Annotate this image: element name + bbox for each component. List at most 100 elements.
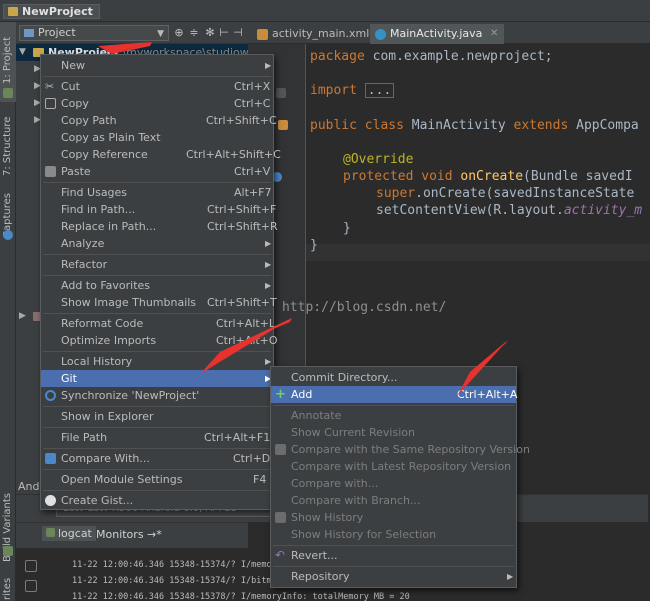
close-icon[interactable]: ✕	[490, 24, 498, 44]
trash-icon[interactable]	[25, 560, 37, 572]
git-item-compare-branch[interactable]: Compare with Branch...	[271, 492, 516, 509]
menu-item-label: Show History for Selection	[291, 528, 437, 541]
menu-item-shortcut: Ctrl+Shift+F	[207, 203, 277, 216]
menu-item-shortcut: Ctrl+Alt+Shift+C	[186, 148, 281, 161]
menu-item-label: Synchronize 'NewProject'	[61, 389, 200, 402]
menu-item-shortcut: Ctrl+Alt+A	[457, 388, 518, 401]
chevron-down-icon[interactable]: ▼	[19, 44, 26, 61]
git-item-revert[interactable]: ↶ Revert...	[271, 547, 516, 564]
tab-build-variants[interactable]: Build Variants	[0, 486, 16, 566]
menu-item-shortcut: Ctrl+Alt+O	[216, 334, 278, 347]
git-item-compare-with[interactable]: Compare with...	[271, 475, 516, 492]
menu-item-analyze[interactable]: Analyze ▶	[41, 235, 273, 252]
sync-icon[interactable]: ⊕	[173, 27, 185, 39]
git-item-show-history-selection[interactable]: Show History for Selection	[271, 526, 516, 543]
tab-project-label: 1: Project	[2, 36, 13, 84]
tab-logcat[interactable]: logcat	[42, 526, 96, 541]
menu-item-show-image-thumbnails[interactable]: Show Image Thumbnails Ctrl+Shift+T	[41, 294, 277, 311]
menu-item-refactor[interactable]: Refactor ▶	[41, 256, 273, 273]
menu-item-add-to-favorites[interactable]: Add to Favorites ▶	[41, 277, 273, 294]
collapse-icon[interactable]: ≑	[188, 27, 200, 39]
revert-icon: ↶	[275, 548, 286, 562]
hide-icon[interactable]: ⊣	[232, 27, 244, 39]
menu-separator	[43, 406, 271, 407]
menu-item-label: Compare with the Same Repository Version	[291, 443, 530, 456]
git-item-compare-same[interactable]: Compare with the Same Repository Version	[271, 441, 530, 458]
code-line: public class MainActivity extends AppCom…	[310, 118, 639, 133]
menu-item-find-usages[interactable]: Find Usages Alt+F7	[41, 184, 273, 201]
git-item-show-current-revision[interactable]: Show Current Revision	[271, 424, 516, 441]
captures-icon	[3, 230, 13, 240]
tab-captures[interactable]: Captures	[0, 188, 16, 248]
menu-item-synchronize[interactable]: Synchronize 'NewProject'	[41, 387, 273, 404]
menu-separator	[43, 351, 271, 352]
menu-item-compare-with[interactable]: Compare With... Ctrl+D	[41, 450, 273, 467]
menu-item-paste[interactable]: Paste Ctrl+V	[41, 163, 273, 180]
log-line: 11-22 12:00:46.346 15348-15374/? I/memor	[72, 560, 277, 570]
chevron-right-icon: ▶	[265, 260, 272, 269]
menu-item-label: Revert...	[291, 549, 338, 562]
scroll-end-icon[interactable]	[25, 580, 37, 592]
left-tool-strip: 1: Project 7: Structure Captures Build V…	[0, 22, 16, 601]
fold-icon[interactable]	[276, 88, 286, 98]
menu-item-file-path[interactable]: File Path Ctrl+Alt+F12	[41, 429, 277, 446]
menu-item-git[interactable]: Git ▶	[41, 370, 273, 387]
menu-item-show-in-explorer[interactable]: Show in Explorer	[41, 408, 273, 425]
menu-item-local-history[interactable]: Local History ▶	[41, 353, 273, 370]
menu-item-label: Find in Path...	[61, 203, 136, 216]
settings-arrow-icon[interactable]: ⊢	[218, 27, 230, 39]
code-line: super.onCreate(savedInstanceState	[376, 186, 635, 201]
menu-item-shortcut: Ctrl+Shift+C	[206, 114, 277, 127]
folder-icon	[8, 7, 18, 16]
code-line: protected void onCreate(Bundle savedI	[343, 169, 633, 184]
gear-icon[interactable]: ✻	[204, 27, 216, 39]
tab-structure[interactable]: 7: Structure	[0, 110, 16, 190]
project-view-select[interactable]: Project ▼	[19, 25, 169, 41]
clipboard-icon	[45, 166, 56, 177]
menu-item-label: Compare with...	[291, 477, 379, 490]
project-view-label: Project	[38, 26, 76, 39]
menu-item-label: Copy as Plain Text	[61, 131, 161, 144]
class-gutter-icon[interactable]	[278, 120, 288, 130]
menu-separator	[43, 427, 271, 428]
folded-imports[interactable]: ...	[364, 83, 395, 98]
menu-item-shortcut: Ctrl+D	[233, 452, 271, 465]
tab-favorites[interactable]: rites	[0, 574, 16, 601]
menu-separator	[43, 448, 271, 449]
tab-main-activity[interactable]: MainActivity.java ✕	[370, 24, 505, 44]
menu-item-find-in-path[interactable]: Find in Path... Ctrl+Shift+F	[41, 201, 277, 218]
menu-item-cut[interactable]: ✂ Cut Ctrl+X	[41, 78, 273, 95]
menu-item-label: Add	[291, 388, 313, 401]
git-item-repository[interactable]: Repository ▶	[271, 568, 516, 585]
menu-item-shortcut: Ctrl+V	[234, 165, 271, 178]
menu-item-copy-plain-text[interactable]: Copy as Plain Text	[41, 129, 273, 146]
menu-item-copy-path[interactable]: Copy Path Ctrl+Shift+C	[41, 112, 277, 129]
menu-item-copy[interactable]: Copy Ctrl+C	[41, 95, 273, 112]
menu-item-open-module-settings[interactable]: Open Module Settings F4	[41, 471, 273, 488]
menu-item-label: File Path	[61, 431, 108, 444]
menu-item-new[interactable]: New ▶	[41, 57, 273, 74]
project-breadcrumb[interactable]: NewProject	[3, 4, 100, 19]
menu-item-optimize-imports[interactable]: Optimize Imports Ctrl+Alt+O	[41, 332, 278, 349]
menu-item-create-gist[interactable]: Create Gist...	[41, 492, 273, 509]
git-item-annotate[interactable]: Annotate	[271, 407, 516, 424]
git-item-compare-latest[interactable]: Compare with Latest Repository Version	[271, 458, 516, 475]
git-item-commit-directory[interactable]: Commit Directory...	[271, 369, 516, 386]
menu-separator	[273, 545, 514, 546]
menu-item-copy-reference[interactable]: Copy Reference Ctrl+Alt+Shift+C	[41, 146, 281, 163]
android-monitor-tabs: logcat Monitors →*	[16, 522, 248, 548]
menu-item-replace-in-path[interactable]: Replace in Path... Ctrl+Shift+R	[41, 218, 278, 235]
context-menu: New ▶ ✂ Cut Ctrl+X Copy Ctrl+C Copy Path Ctrl…	[40, 54, 281, 510]
git-item-show-history[interactable]: Show History	[271, 509, 516, 526]
chevron-right-icon[interactable]: ▶	[19, 308, 26, 325]
menu-separator	[43, 275, 271, 276]
menu-item-shortcut: Ctrl+Alt+F12	[204, 431, 278, 444]
tab-project[interactable]: 1: Project	[0, 22, 16, 102]
tab-monitors[interactable]: Monitors →*	[96, 528, 162, 541]
chevron-right-icon: ▶	[265, 239, 272, 248]
menu-item-reformat-code[interactable]: Reformat Code Ctrl+Alt+L	[41, 315, 275, 332]
git-item-add[interactable]: + Add Ctrl+Alt+A	[271, 386, 518, 403]
github-icon	[45, 495, 56, 506]
menu-separator	[43, 254, 271, 255]
project-breadcrumb-label: NewProject	[22, 5, 93, 18]
